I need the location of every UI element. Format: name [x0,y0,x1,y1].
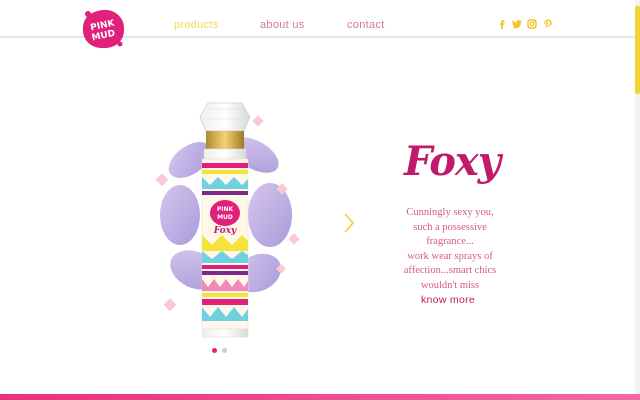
bottle-label-name: Foxy [213,226,237,236]
facebook-icon[interactable] [497,19,507,29]
product-description: Cunningly sexy you, such a possessive fr… [390,206,510,293]
site-header: PINK MUD products about us contact [0,0,640,49]
product-bottle-image: PINK MUD Foxy [155,102,300,338]
carousel-dot-active[interactable] [212,348,217,353]
twitter-icon[interactable] [512,19,522,29]
bottle-label-brand-bottom: MUD [217,214,233,221]
description-line: work wear sprays of [407,250,493,262]
description-line: Cunningly sexy you, [406,207,494,218]
nav-products[interactable]: products [174,19,219,31]
pinterest-icon[interactable] [543,19,553,29]
nav-contact[interactable]: contact [347,19,385,31]
description-line: wouldn't miss [420,279,480,291]
instagram-icon[interactable] [527,19,537,29]
product-title: Foxy [404,138,501,185]
bottle-label-brand-top: PINK [217,206,234,213]
description-line: affection...smart chics [403,265,497,276]
page-scrollbar[interactable] [635,0,640,400]
pink-mud-logo[interactable]: PINK MUD [80,8,126,50]
carousel-dot[interactable] [222,348,227,353]
nav-about-us[interactable]: about us [260,19,305,31]
chevron-right-icon[interactable] [342,211,356,235]
scrollbar-thumb[interactable] [635,6,640,94]
know-more-link[interactable]: know more [421,294,475,306]
footer-accent-bar [0,394,640,400]
description-line: fragrance... [426,236,474,247]
description-line: such a possessive [413,221,487,233]
